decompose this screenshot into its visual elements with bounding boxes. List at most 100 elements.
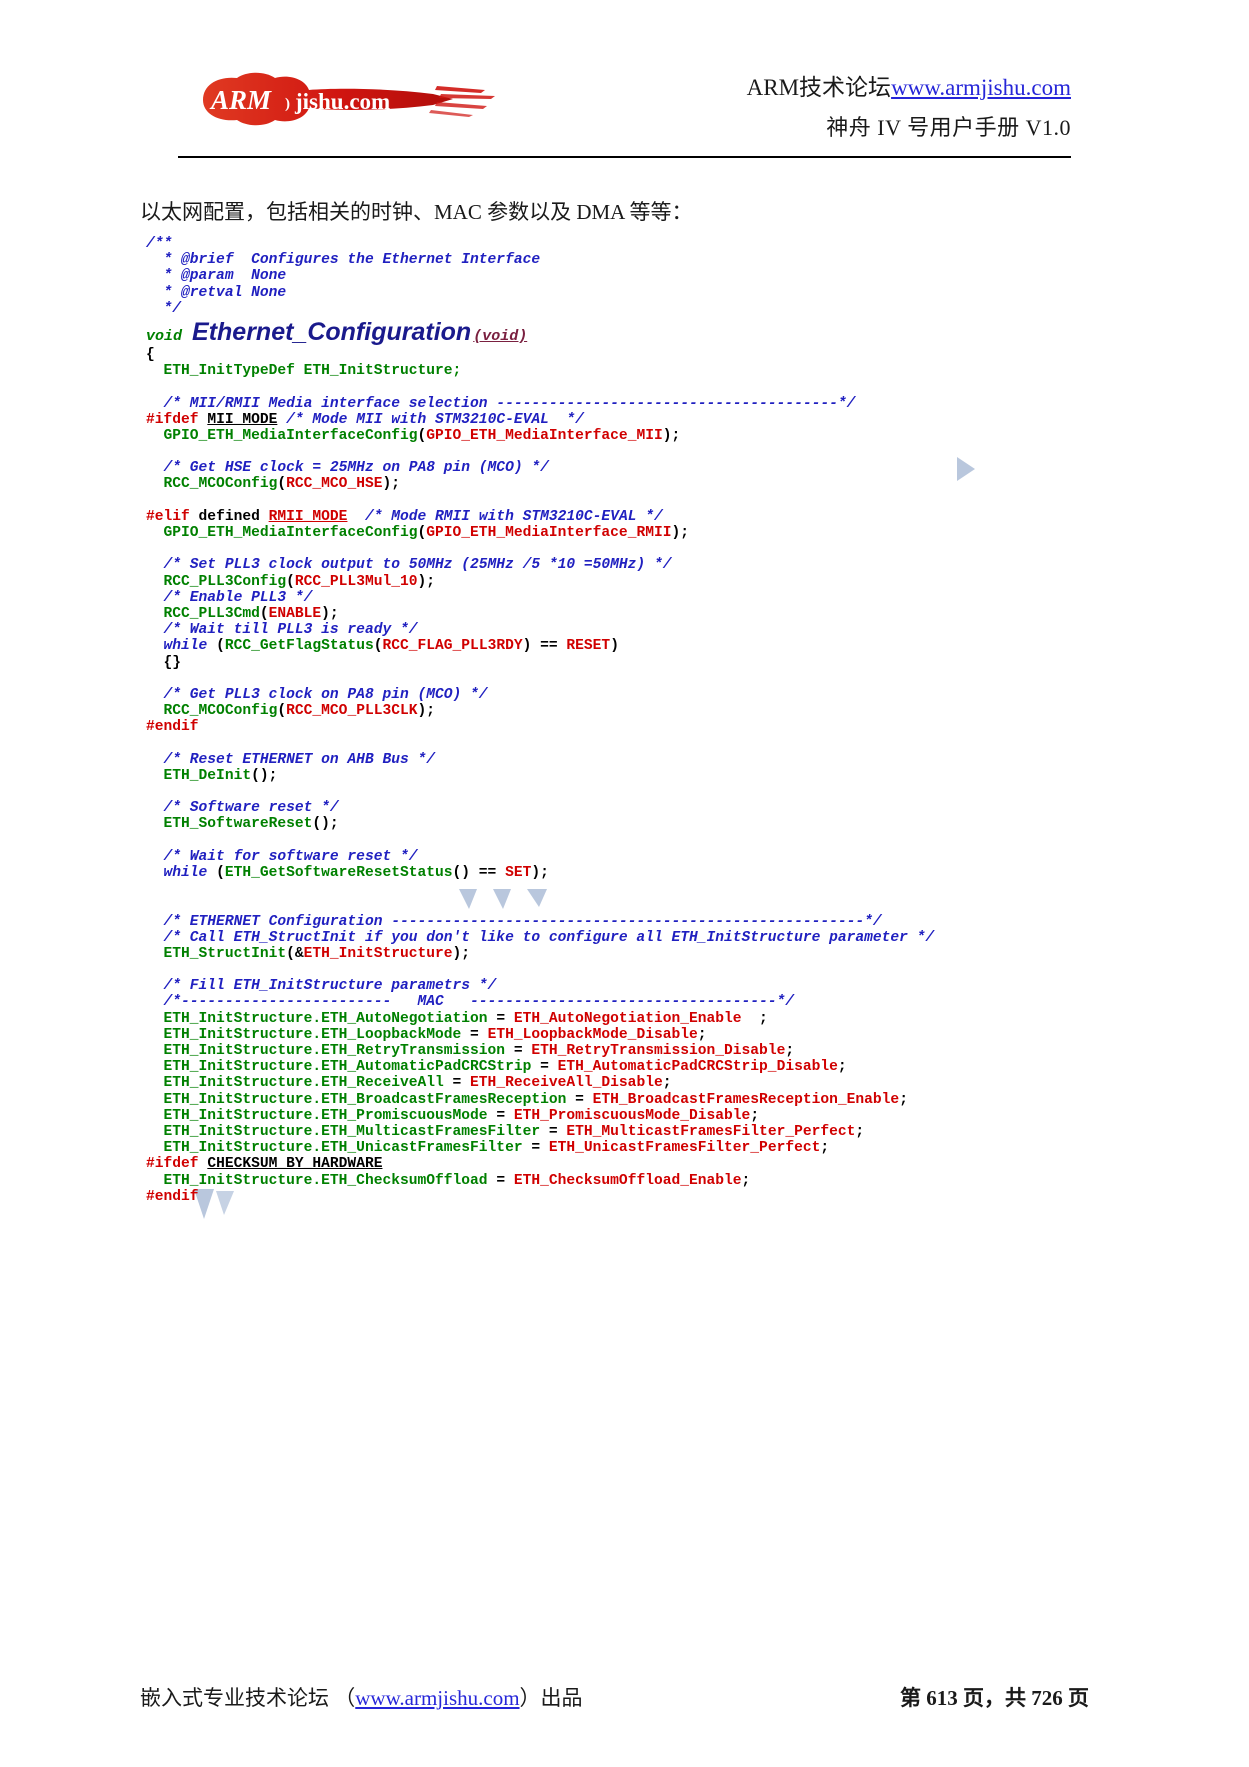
code-token: RCC_MCOConfig (163, 703, 278, 720)
code-token: GPIO_ETH_MediaInterfaceConfig (163, 525, 418, 541)
code-token: * @retval None (146, 284, 287, 301)
code-token: * @brief Configures the Ethernet Interfa… (146, 252, 541, 269)
code-token: ) (610, 638, 619, 655)
code-token: RCC_MCO_PLL3CLK (286, 703, 418, 720)
code-token: ETH_PromiscuousMode_Disable (513, 1107, 751, 1124)
code-line: /* Software reset */ (146, 800, 1106, 816)
code-token: ETH_InitStructure.ETH_RetryTransmission (163, 1043, 506, 1059)
signature-return-type: void (146, 327, 183, 345)
code-token: /* Software reset */ (146, 800, 339, 817)
code-token: RCC_MCOConfig (163, 476, 278, 493)
code-line: ETH_InitStructure.ETH_ChecksumOffload = … (146, 1173, 1106, 1189)
code-line: /** (146, 236, 1106, 252)
header-manual-title: 神舟 IV 号用户手册 V1.0 (826, 115, 1071, 141)
code-line: /* Get HSE clock = 25MHz on PA8 pin (MCO… (146, 460, 1106, 476)
code-line: /* Set PLL3 clock output to 50MHz (25MHz… (146, 557, 1106, 573)
code-token: = (443, 1075, 471, 1092)
code-token: #endif (146, 719, 199, 736)
code-token: */ (146, 300, 182, 317)
code-token: ETH_InitStructure.ETH_MulticastFramesFil… (163, 1123, 541, 1140)
page-footer: 嵌入式专业技术论坛 （www.armjishu.com）出品 第 613 页，共… (0, 1657, 1249, 1767)
code-token: SET (505, 864, 532, 881)
code-token: /* Get PLL3 clock on PA8 pin (MCO) */ (146, 686, 488, 703)
header-site-link[interactable]: www.armjishu.com (891, 75, 1071, 100)
code-token: GPIO_ETH_MediaInterface_MII (426, 427, 663, 444)
code-token: ETH_ReceiveAll_Disable (470, 1075, 663, 1092)
code-line: ETH_InitStructure.ETH_LoopbackMode = ETH… (146, 1027, 1106, 1043)
code-token: {} (146, 654, 182, 671)
code-token: ; (662, 1075, 672, 1092)
code-line: ETH_InitStructure.ETH_UnicastFramesFilte… (146, 1140, 1106, 1156)
code-token: ; (837, 1059, 847, 1076)
signature-parameters: (void) (473, 327, 528, 345)
code-token: ETH_SoftwareReset (163, 816, 313, 833)
svg-text:): ) (285, 96, 290, 112)
code-token: RCC_PLL3Config (163, 573, 287, 590)
code-token: = (487, 1010, 514, 1027)
code-line: ETH_InitStructure.ETH_PromiscuousMode = … (146, 1108, 1106, 1124)
intro-paragraph: 以太网配置，包括相关的时钟、MAC 参数以及 DMA 等等： (140, 200, 693, 224)
code-token: /* ETHERNET Configuration --------------… (146, 913, 882, 930)
code-line: GPIO_ETH_MediaInterfaceConfig(GPIO_ETH_M… (146, 428, 1106, 444)
code-token: #elif (146, 508, 190, 525)
code-line: ETH_InitStructure.ETH_ReceiveAll = ETH_R… (146, 1075, 1106, 1091)
footer-site-link[interactable]: www.armjishu.com (355, 1686, 519, 1710)
code-line: {} (146, 655, 1106, 671)
code-token: ); (531, 864, 549, 881)
code-token: ; (741, 1172, 751, 1189)
code-token: GPIO_ETH_MediaInterface_RMII (426, 525, 672, 541)
code-token: ( (277, 703, 287, 720)
code-line: RCC_MCOConfig(RCC_MCO_HSE); (146, 476, 1106, 492)
code-line: * @param None (146, 268, 1106, 284)
code-token: ( (259, 605, 269, 622)
code-token: ETH_InitStructure.ETH_AutoNegotiation (163, 1010, 488, 1027)
code-line: #endif (146, 1189, 1106, 1205)
code-token: /* Call ETH_StructInit if you don't like… (146, 929, 935, 946)
code-token: ETH_InitStructure.ETH_ReceiveAll (163, 1075, 444, 1092)
code-token: RMII_MODE (268, 508, 348, 525)
code-line: /* Reset ETHERNET on AHB Bus */ (146, 752, 1106, 768)
code-token: MII_MODE (207, 411, 278, 428)
code-token: /* Enable PLL3 */ (146, 589, 313, 606)
code-token: ETH_InitStructure.ETH_PromiscuousMode (163, 1107, 488, 1124)
code-token: /* Wait till PLL3 is ready */ (146, 622, 418, 639)
header-forum-label: ARM技术论坛 (746, 75, 892, 100)
signature-function-name: Ethernet_Configuration (192, 317, 472, 346)
code-token: = (487, 1107, 514, 1124)
code-line: RCC_PLL3Config(RCC_PLL3Mul_10); (146, 574, 1106, 590)
code-line: ETH_InitStructure.ETH_AutomaticPadCRCStr… (146, 1059, 1106, 1075)
code-line: ETH_InitStructure.ETH_BroadcastFramesRec… (146, 1092, 1106, 1108)
code-token: /* Reset ETHERNET on AHB Bus */ (146, 751, 436, 768)
code-token: = (531, 1059, 558, 1076)
code-token: ( (417, 525, 427, 541)
code-token: /* Mode MII with STM3210C-EVAL */ (286, 411, 584, 428)
code-token: ) == (522, 638, 567, 655)
code-token: = (461, 1026, 488, 1043)
code-token: /* Fill ETH_InitStructure parametrs */ (146, 978, 497, 995)
code-line: /* Wait till PLL3 is ready */ (146, 622, 1106, 638)
code-token: ETH_AutoNegotiation_Enable (513, 1010, 742, 1027)
code-token: ; (820, 1140, 830, 1157)
code-line: #elif defined RMII_MODE /* Mode RMII wit… (146, 509, 1106, 525)
code-line: */ (146, 301, 1106, 317)
code-line: ETH_InitStructure.ETH_RetryTransmission … (146, 1043, 1106, 1059)
code-token: ); (452, 945, 471, 962)
code-token: (); (251, 767, 278, 784)
code-token: defined (189, 508, 269, 525)
code-token: #ifdef (146, 1156, 199, 1173)
code-token: CHECKSUM_BY_HARDWARE (207, 1156, 383, 1173)
